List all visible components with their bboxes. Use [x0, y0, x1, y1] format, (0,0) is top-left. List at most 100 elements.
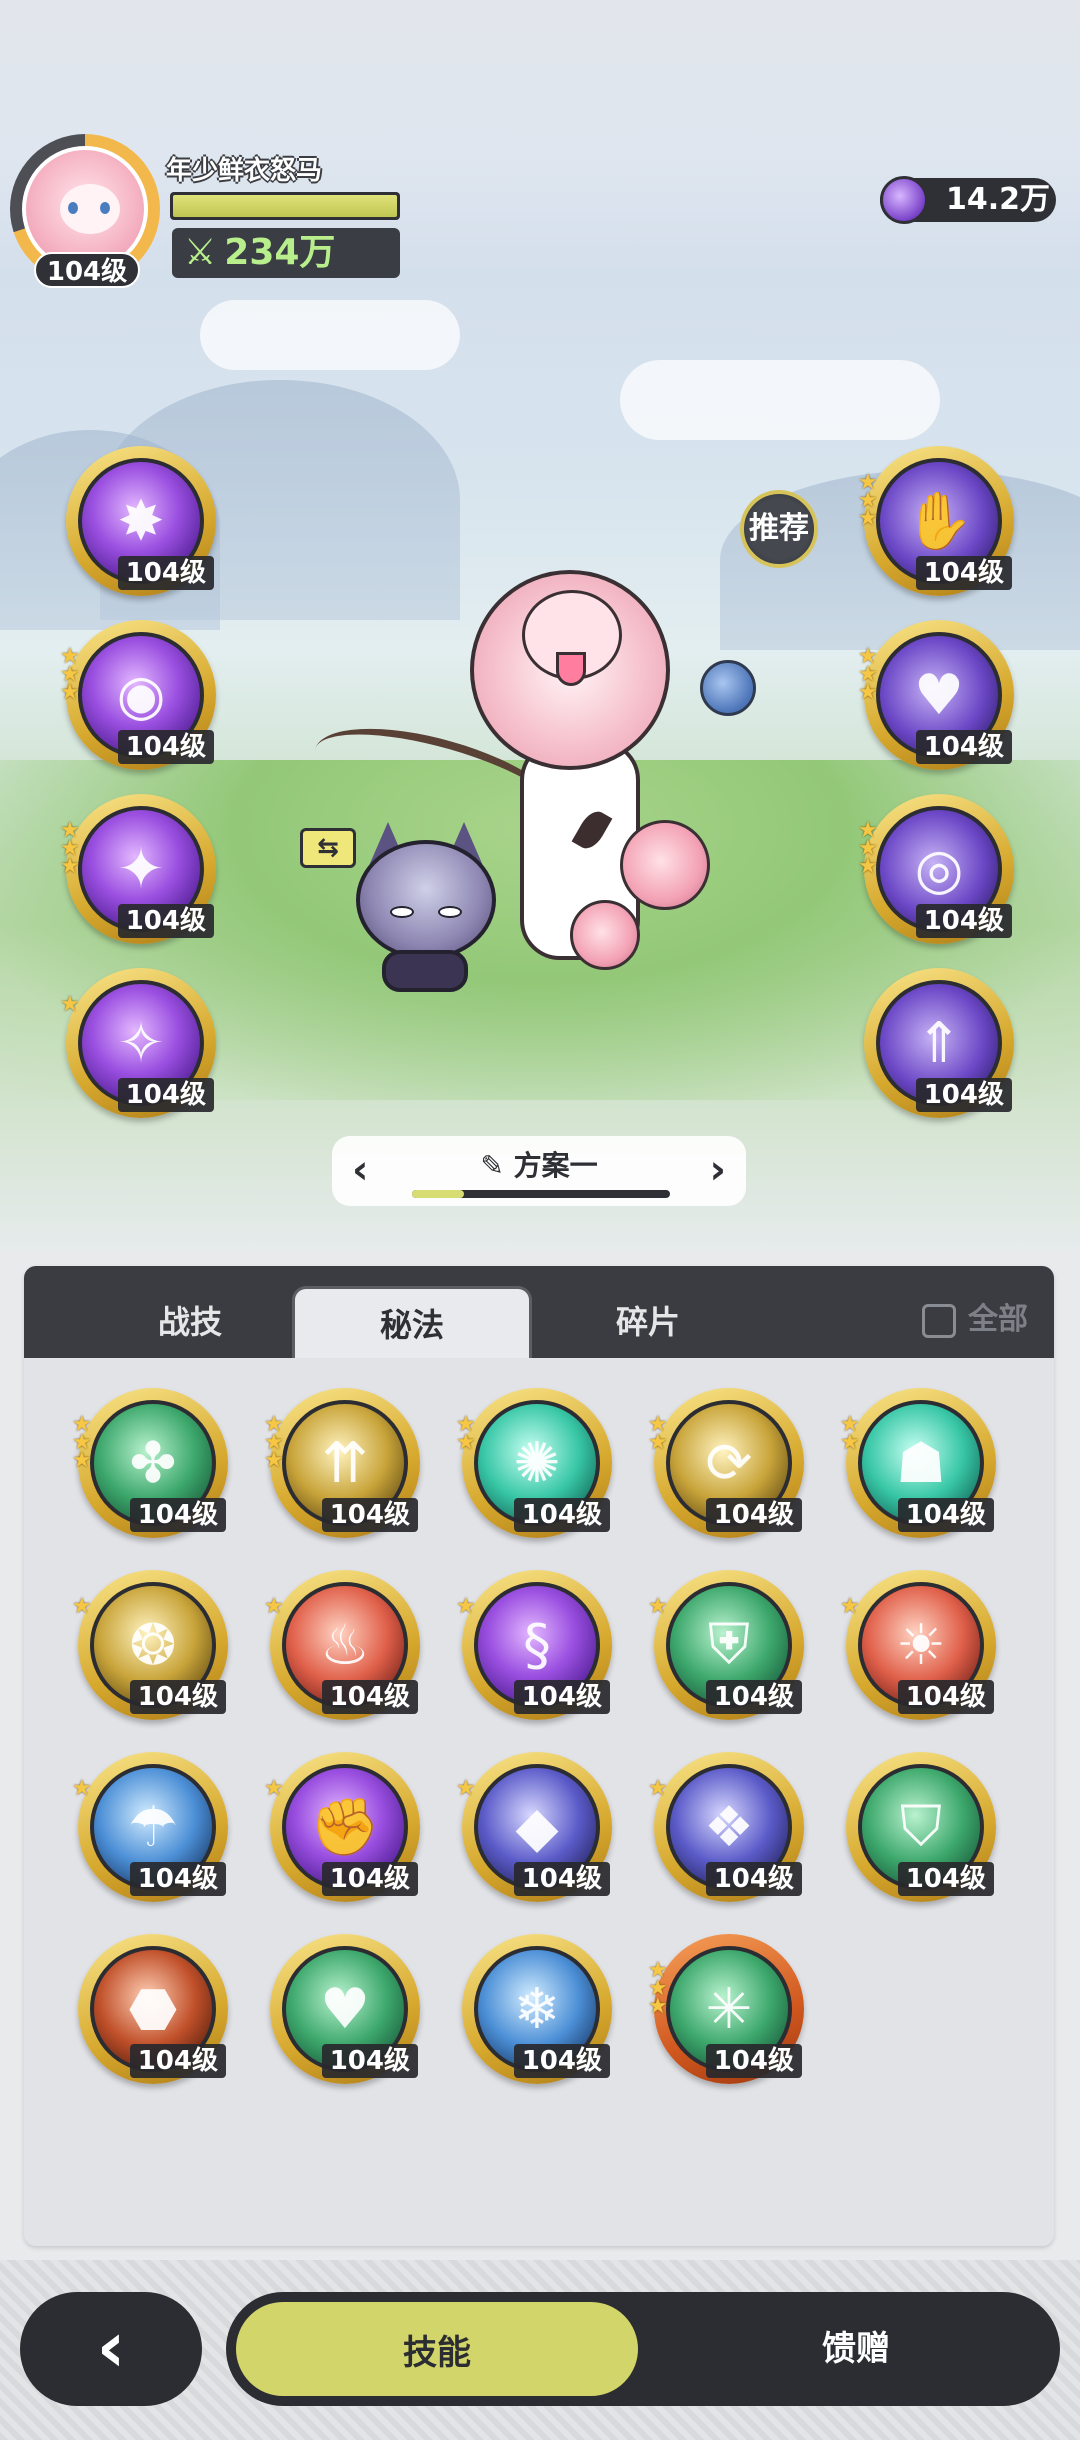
- fox-eye: [390, 906, 414, 918]
- skill-orb[interactable]: ☂ ★ 104级: [72, 1752, 228, 1902]
- skill-orb[interactable]: ✳ ★ ★ ★ 104级: [648, 1934, 804, 2084]
- skill-orb[interactable]: ✊ ★ 104级: [264, 1752, 420, 1902]
- tab-secret-arts[interactable]: 秘法: [292, 1286, 532, 1358]
- skill-orb[interactable]: ✤ ★ ★ ★ 104级: [72, 1388, 228, 1538]
- skill-level: 104级: [915, 904, 1012, 938]
- skill-orb[interactable]: ❖ ★ 104级: [648, 1752, 804, 1902]
- tab-gifts[interactable]: 馈赠: [666, 2292, 1046, 2406]
- character-lion-hero: [470, 560, 730, 980]
- star-icon: ★: [648, 1594, 668, 1619]
- star-rating: ★ ★: [648, 1414, 668, 1454]
- tab-skills[interactable]: 技能: [232, 2298, 642, 2400]
- star-rating: ★ ★ ★: [264, 1414, 284, 1472]
- player-level: 104级: [34, 252, 140, 288]
- player-hp-bar: [170, 192, 400, 220]
- cloud: [620, 360, 940, 440]
- skill-level: 104级: [321, 1680, 418, 1714]
- star-rating: ★: [60, 994, 80, 1016]
- star-rating: ★: [72, 1778, 92, 1800]
- skill-level: 104级: [915, 1078, 1012, 1112]
- show-all-checkbox[interactable]: [922, 1303, 956, 1338]
- skill-orb[interactable]: ♥ 104级: [270, 1934, 420, 2084]
- skill-level: 104级: [117, 556, 214, 590]
- star-rating: ★: [456, 1594, 476, 1619]
- skill-orb[interactable]: ◎ ★ ★ ★ 104级: [858, 794, 1014, 944]
- skill-level: 104级: [117, 904, 214, 938]
- plan-progress-fill: [412, 1190, 464, 1198]
- skill-orb[interactable]: ◉ ★ ★ ★ 104级: [60, 620, 216, 770]
- skill-level: 104级: [117, 730, 214, 764]
- show-all-label: 全部: [968, 1302, 1028, 1337]
- skill-orb[interactable]: ◆ ★ 104级: [456, 1752, 612, 1902]
- skill-orb[interactable]: ✋ ★ ★ ★ 104级: [858, 446, 1014, 596]
- fox-body: [382, 950, 468, 992]
- skill-orb[interactable]: ☀ ★ 104级: [840, 1570, 996, 1720]
- skill-orb[interactable]: ⛨ ★ 104级: [648, 1570, 804, 1720]
- star-icon: ★: [72, 1594, 92, 1619]
- skill-level: 104级: [897, 1498, 994, 1532]
- star-rating: ★ ★ ★: [648, 1960, 668, 2018]
- plan-name[interactable]: ✎ 方案一: [332, 1144, 746, 1184]
- skill-level: 104级: [321, 1498, 418, 1532]
- purple-gem-icon: [880, 176, 928, 224]
- show-all-toggle[interactable]: 全部: [922, 1296, 1028, 1344]
- rose: [620, 820, 710, 910]
- fox-head: [356, 840, 496, 960]
- skill-level: 104级: [129, 1498, 226, 1532]
- skill-orb[interactable]: ✦ ★ ★ ★ 104级: [60, 794, 216, 944]
- crossed-swords-icon: ⚔: [184, 232, 217, 273]
- skill-orb[interactable]: ✺ ★ ★ 104级: [456, 1388, 612, 1538]
- tab-combat-skills[interactable]: 战技: [70, 1286, 310, 1358]
- star-rating: ★ ★ ★: [858, 472, 878, 531]
- lion-tongue: [556, 652, 586, 686]
- star-rating: ★: [648, 1778, 668, 1800]
- skill-inventory-panel: 战技 秘法 碎片 全部 ✤ ★ ★ ★ 104级 ⇈ ★ ★ ★ 104级 ✺ ★ ★ 104级 ⟳ ★ ★ 10…: [24, 1266, 1054, 2246]
- skill-orb[interactable]: ♥ ★ ★ ★ 104级: [858, 620, 1014, 770]
- back-arrow-icon: ‹: [96, 2306, 126, 2388]
- skill-level: 104级: [129, 2044, 226, 2078]
- star-icon: ★: [264, 1776, 284, 1801]
- star-rating: ★: [72, 1594, 92, 1619]
- cloud: [200, 300, 460, 370]
- character-fox-pet: [346, 822, 506, 992]
- skill-level: 104级: [513, 1680, 610, 1714]
- skill-orb[interactable]: ⇑ 104级: [864, 968, 1014, 1118]
- skill-level: 104级: [705, 1498, 802, 1532]
- tab-fragments[interactable]: 碎片: [528, 1286, 768, 1358]
- skill-orb[interactable]: § ★ 104级: [456, 1570, 612, 1720]
- player-name: 年少鲜衣怒马: [166, 156, 323, 186]
- fox-eye: [438, 906, 462, 918]
- skill-orb[interactable]: ⇈ ★ ★ ★ 104级: [264, 1388, 420, 1538]
- skill-orb[interactable]: ✧ ★ 104级: [60, 968, 216, 1118]
- recommend-button[interactable]: 推荐: [740, 490, 818, 568]
- skill-orb[interactable]: ❂ ★ 104级: [72, 1570, 228, 1720]
- plan-next-button[interactable]: ›: [710, 1148, 726, 1192]
- skill-level: 104级: [129, 1862, 226, 1896]
- plan-progress-bar: [412, 1190, 670, 1198]
- skill-orb[interactable]: ☗ ★ ★ 104级: [840, 1388, 996, 1538]
- currency-display[interactable]: 14.2万: [880, 176, 1056, 224]
- hp-fill: [173, 195, 397, 217]
- skill-orb[interactable]: ⟳ ★ ★ 104级: [648, 1388, 804, 1538]
- star-rating: ★: [264, 1776, 284, 1801]
- star-icon: ★: [858, 506, 878, 531]
- skill-orb[interactable]: ⛉ 104级: [846, 1752, 996, 1902]
- skill-level: 104级: [897, 1680, 994, 1714]
- star-icon: ★: [456, 1594, 476, 1619]
- skill-orb[interactable]: ♨ ★ 104级: [264, 1570, 420, 1720]
- star-rating: ★: [648, 1594, 668, 1619]
- blue-rose: [700, 660, 756, 716]
- player-avatar[interactable]: 104级: [10, 134, 160, 288]
- back-button[interactable]: ‹: [20, 2292, 202, 2406]
- combat-power-value: 234万: [224, 232, 336, 273]
- skill-orb[interactable]: ❄ 104级: [462, 1934, 612, 2084]
- skill-orb[interactable]: ✸ 104级: [66, 446, 216, 596]
- skill-orb[interactable]: ⬣ 104级: [78, 1934, 228, 2084]
- avatar-eye: [68, 202, 78, 214]
- plan-selector: ‹ ✎ 方案一 ›: [332, 1136, 746, 1206]
- edit-pencil-icon: ✎: [480, 1149, 504, 1182]
- star-icon: ★: [858, 680, 878, 705]
- combat-power: ⚔ 234万: [172, 228, 400, 278]
- star-icon: ★: [60, 854, 80, 879]
- swap-pet-icon[interactable]: ⇆: [300, 828, 356, 868]
